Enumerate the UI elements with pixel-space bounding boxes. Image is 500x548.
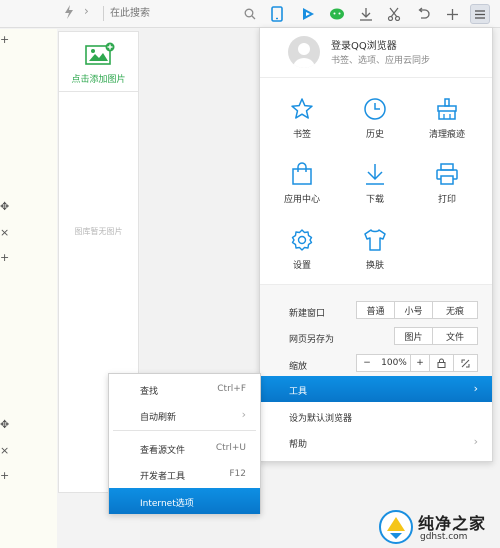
- zoom-out-button[interactable]: −: [356, 354, 378, 372]
- watermark-url: gdhst.com: [420, 532, 468, 542]
- broom-icon: [435, 97, 459, 121]
- fullscreen-icon[interactable]: [453, 354, 478, 372]
- clock-icon: [363, 97, 387, 121]
- bolt-icon[interactable]: [64, 5, 74, 22]
- browser-main-menu: 登录QQ浏览器 书签、选项、应用云同步 书签 历史 清理痕迹 应用中心 下载 打…: [259, 27, 493, 462]
- menu-item-label: 换肤: [365, 261, 384, 271]
- download-icon[interactable]: [356, 4, 376, 24]
- menu-options-section: 新建窗口 普通 小号 无痕 网页另存为 图片 文件 缩放 − 100% +: [260, 284, 492, 388]
- star-icon: [290, 97, 314, 121]
- help-label: 帮助: [289, 440, 308, 450]
- menu-item-label: 清理痕迹: [428, 130, 465, 140]
- shopping-bag-icon: [290, 162, 314, 186]
- zoom-label: 缩放: [289, 362, 308, 372]
- menu-item-downloads[interactable]: 下载: [340, 162, 410, 222]
- devtools-shortcut: F12: [229, 469, 246, 479]
- submenu-item-view-source[interactable]: 查看源文件 Ctrl+U: [109, 435, 260, 461]
- add-image-label: 点击添加图片: [71, 75, 126, 85]
- submenu-item-find[interactable]: 查找 Ctrl+F: [109, 376, 260, 402]
- submenu-divider: [113, 430, 256, 431]
- add-icon[interactable]: +: [0, 470, 12, 482]
- chevron-right-icon: ›: [241, 408, 246, 421]
- close-icon[interactable]: ×: [0, 445, 12, 457]
- chevron-right-icon[interactable]: ›: [84, 4, 89, 18]
- menu-item-app-center[interactable]: 应用中心: [267, 162, 337, 222]
- phone-icon[interactable]: [267, 4, 287, 24]
- toolbar-divider: [103, 6, 104, 21]
- new-window-label: 新建窗口: [289, 309, 326, 319]
- undo-icon[interactable]: [413, 4, 433, 24]
- menu-item-clear-traces[interactable]: 清理痕迹: [412, 97, 482, 157]
- chevron-right-icon: ›: [473, 435, 478, 448]
- play-icon[interactable]: [298, 4, 318, 24]
- menu-item-label: 历史: [365, 130, 384, 140]
- save-as-image-button[interactable]: 图片: [394, 327, 433, 345]
- scissors-icon[interactable]: [384, 4, 404, 24]
- gear-icon: [290, 228, 314, 252]
- menu-item-label: 书签: [292, 130, 311, 140]
- search-icon[interactable]: [240, 4, 260, 24]
- plus-icon[interactable]: [442, 4, 462, 24]
- move-icon[interactable]: ✥: [0, 201, 12, 213]
- find-label: 查找: [140, 387, 159, 397]
- menu-item-label: 下载: [365, 195, 384, 205]
- find-shortcut: Ctrl+F: [217, 384, 246, 394]
- image-add-icon: [83, 42, 115, 71]
- zoom-in-button[interactable]: +: [410, 354, 430, 372]
- close-icon[interactable]: ×: [0, 227, 12, 239]
- submenu-item-devtools[interactable]: 开发者工具 F12: [109, 461, 260, 487]
- save-as-file-button[interactable]: 文件: [432, 327, 478, 345]
- menu-icon[interactable]: [470, 4, 490, 24]
- gallery-empty-text: 图库暂无图片: [74, 227, 123, 236]
- auto-refresh-label: 自动刷新: [140, 413, 177, 423]
- menu-item-label: 设置: [292, 261, 311, 271]
- new-window-normal-button[interactable]: 普通: [356, 301, 395, 319]
- lock-icon[interactable]: [429, 354, 454, 372]
- menu-item-label: 应用中心: [283, 195, 320, 205]
- avatar[interactable]: [288, 36, 320, 68]
- login-subtitle: 书签、选项、应用云同步: [331, 56, 431, 66]
- view-source-shortcut: Ctrl+U: [215, 443, 246, 453]
- zoom-value: 100%: [377, 354, 411, 372]
- view-source-label: 查看源文件: [140, 446, 186, 456]
- chevron-right-icon: ›: [473, 382, 478, 395]
- menu-item-bookmarks[interactable]: 书签: [267, 97, 337, 157]
- add-image-button[interactable]: 点击添加图片: [59, 32, 138, 92]
- watermark-title: 纯净之家: [418, 514, 487, 533]
- add-icon[interactable]: +: [0, 34, 12, 46]
- menu-item-settings[interactable]: 设置: [267, 228, 337, 288]
- download-icon: [363, 162, 387, 186]
- new-window-incognito-button[interactable]: 无痕: [432, 301, 478, 319]
- submenu-item-internet-options[interactable]: Internet选项: [109, 488, 260, 514]
- menu-item-set-default-browser[interactable]: 设为默认浏览器: [260, 403, 492, 429]
- browser-toolbar: ›: [0, 0, 500, 28]
- move-icon[interactable]: ✥: [0, 419, 12, 431]
- tools-submenu: 查找 Ctrl+F 自动刷新 › 查看源文件 Ctrl+U 开发者工具 F12 …: [108, 373, 261, 514]
- login-title[interactable]: 登录QQ浏览器: [331, 37, 397, 52]
- menu-item-label: 打印: [437, 195, 456, 205]
- search-input[interactable]: [110, 5, 260, 22]
- menu-item-tools[interactable]: 工具 ›: [260, 376, 492, 402]
- devtools-label: 开发者工具: [140, 472, 186, 482]
- menu-item-skin[interactable]: 换肤: [340, 228, 410, 288]
- printer-icon: [435, 162, 459, 186]
- submenu-item-auto-refresh[interactable]: 自动刷新 ›: [109, 402, 260, 428]
- wechat-icon[interactable]: [327, 4, 347, 24]
- save-page-label: 网页另存为: [289, 335, 335, 345]
- menu-item-history[interactable]: 历史: [340, 97, 410, 157]
- internet-options-label: Internet选项: [140, 499, 194, 509]
- tshirt-icon: [363, 228, 387, 252]
- login-section[interactable]: 登录QQ浏览器 书签、选项、应用云同步: [260, 28, 492, 78]
- watermark-icon: [378, 509, 414, 548]
- menu-item-print[interactable]: 打印: [412, 162, 482, 222]
- new-window-small-button[interactable]: 小号: [394, 301, 433, 319]
- menu-item-help[interactable]: 帮助 ›: [260, 429, 492, 455]
- add-icon[interactable]: +: [0, 252, 12, 264]
- left-panel: + ✥ × + ✥ × +: [0, 29, 57, 548]
- set-default-label: 设为默认浏览器: [289, 414, 353, 424]
- watermark-logo: 纯净之家 gdhst.com: [374, 507, 500, 548]
- tools-label: 工具: [289, 387, 308, 397]
